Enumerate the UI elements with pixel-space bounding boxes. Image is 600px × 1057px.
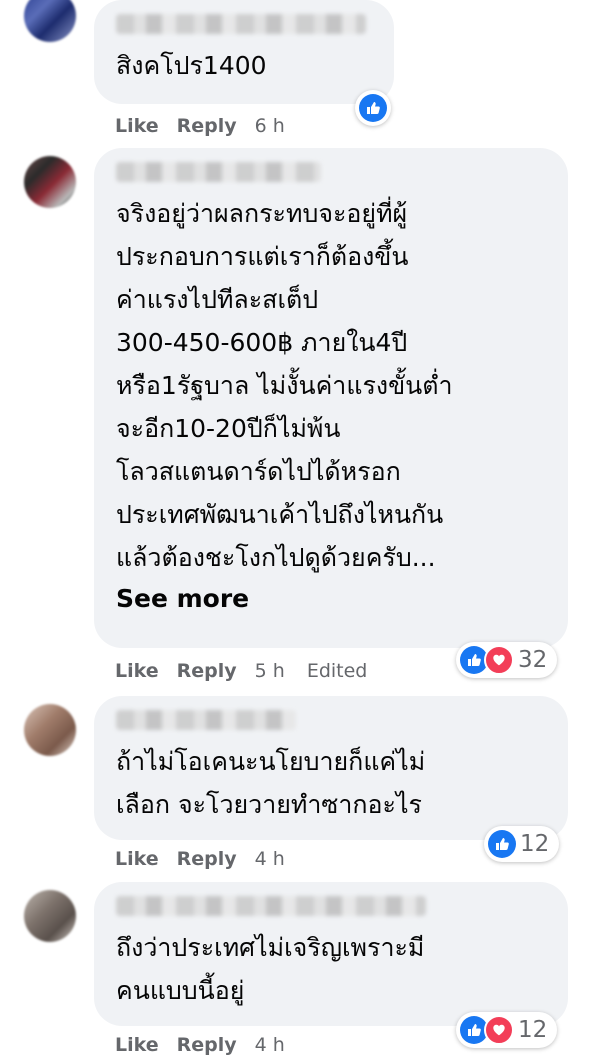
reply-action[interactable]: Reply	[177, 660, 237, 682]
comment-actions: Like Reply 4 h	[115, 1034, 285, 1056]
comment-text: สิงคโปร1400	[116, 51, 267, 80]
reply-action[interactable]: Reply	[177, 1034, 237, 1056]
love-icon	[484, 1015, 514, 1045]
blurred-author-name[interactable]	[116, 896, 426, 916]
reply-action[interactable]: Reply	[177, 848, 237, 870]
comment-bubble: ถ้าไม่โอเคนะนโยบายก็แค่ไม่ เลือก จะโวยวา…	[94, 696, 568, 840]
like-action[interactable]: Like	[115, 115, 159, 137]
like-action[interactable]: Like	[115, 1034, 159, 1056]
reaction-summary[interactable]: 12	[456, 1012, 558, 1048]
comment-actions: Like Reply 4 h	[115, 848, 285, 870]
reply-action[interactable]: Reply	[177, 115, 237, 137]
comment-text: ถ้าไม่โอเคนะนโยบายก็แค่ไม่ เลือก จะโวยวา…	[116, 747, 426, 819]
edited-label[interactable]: Edited	[307, 660, 368, 682]
blurred-author-name[interactable]	[116, 14, 366, 34]
like-icon	[488, 830, 516, 858]
comment-text: จริงอยู่ว่าผลกระทบจะอยู่ที่ผู้ ประกอบการ…	[116, 199, 453, 572]
reaction-count: 12	[520, 831, 550, 857]
comment-actions: Like Reply 6 h	[115, 115, 285, 137]
comment-bubble: จริงอยู่ว่าผลกระทบจะอยู่ที่ผู้ ประกอบการ…	[94, 148, 568, 648]
reaction-count: 12	[518, 1017, 548, 1043]
reaction-summary[interactable]	[355, 90, 391, 126]
reaction-summary[interactable]: 32	[456, 642, 558, 678]
comment-actions: Like Reply 5 h Edited	[115, 660, 367, 682]
comment-text: ถึงว่าประเทศไม่เจริญเพราะมี คนแบบนี้อยู่	[116, 933, 425, 1005]
comment-bubble: ถึงว่าประเทศไม่เจริญเพราะมี คนแบบนี้อยู่	[94, 882, 568, 1026]
avatar[interactable]	[24, 704, 76, 756]
avatar[interactable]	[24, 156, 76, 208]
reaction-summary[interactable]: 12	[484, 826, 560, 862]
comment-bubble: สิงคโปร1400	[94, 0, 394, 104]
love-icon	[484, 645, 514, 675]
like-action[interactable]: Like	[115, 848, 159, 870]
like-action[interactable]: Like	[115, 660, 159, 682]
comment-timestamp[interactable]: 5 h	[255, 660, 285, 682]
blurred-author-name[interactable]	[116, 710, 296, 730]
see-more-link[interactable]: See more	[116, 579, 546, 619]
like-icon	[359, 94, 387, 122]
blurred-author-name[interactable]	[116, 162, 321, 182]
avatar[interactable]	[24, 0, 76, 42]
comment-timestamp[interactable]: 6 h	[255, 115, 285, 137]
reaction-count: 32	[518, 647, 548, 673]
comment-timestamp[interactable]: 4 h	[255, 848, 285, 870]
comment-timestamp[interactable]: 4 h	[255, 1034, 285, 1056]
avatar[interactable]	[24, 890, 76, 942]
